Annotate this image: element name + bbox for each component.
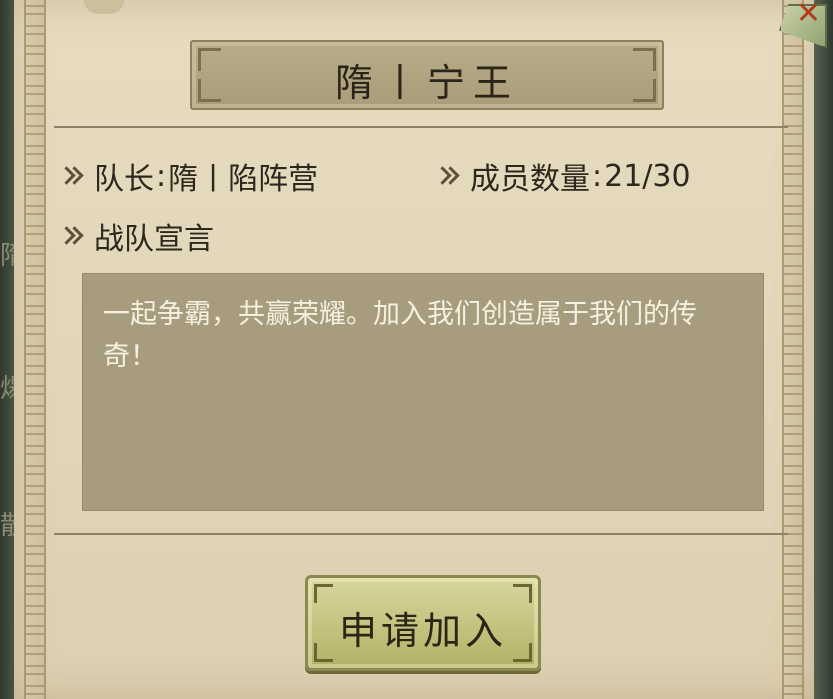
- captain-colon: :: [156, 158, 167, 194]
- apply-join-label: 申请加入: [338, 609, 507, 653]
- members-colon: :: [592, 158, 603, 194]
- double-chevron-icon: [436, 166, 462, 186]
- members-count: 21/30: [604, 158, 691, 194]
- team-title-plate: 隋丨宁王: [190, 40, 664, 110]
- manifesto-heading-row: 战队宣言: [60, 216, 214, 257]
- double-chevron-icon: [60, 166, 86, 186]
- manifesto-box: 一起争霸，共赢荣耀。加入我们创造属于我们的传奇！: [82, 273, 764, 511]
- members-row: 成员数量 : 21/30: [436, 156, 691, 198]
- manifesto-text: 一起争霸，共赢荣耀。加入我们创造属于我们的传奇！: [103, 299, 697, 372]
- close-icon: ✕: [795, 0, 821, 31]
- apply-join-button[interactable]: 申请加入: [305, 575, 541, 671]
- background-right-strip: [813, 0, 833, 699]
- team-info-screen: 隋 煬 散 隋丨宁王 队长 : 隋丨陷阵营 成员数量 : 21/30 战队宣言 …: [0, 0, 833, 699]
- bottom-divider: [54, 533, 788, 535]
- close-button[interactable]: ✕: [773, 0, 833, 50]
- captain-row: 队长 : 隋丨陷阵营: [60, 156, 319, 198]
- right-meander-border: [782, 0, 804, 699]
- team-name: 隋丨宁王: [334, 61, 519, 105]
- double-chevron-icon: [60, 226, 86, 246]
- left-meander-border: [24, 0, 46, 699]
- captain-name: 隋丨陷阵营: [168, 162, 319, 197]
- captain-label: 队长: [94, 162, 154, 197]
- top-divider: [54, 126, 788, 128]
- scroll-curl-decoration: [84, 0, 124, 14]
- members-label: 成员数量: [470, 162, 590, 197]
- manifesto-label: 战队宣言: [94, 222, 214, 257]
